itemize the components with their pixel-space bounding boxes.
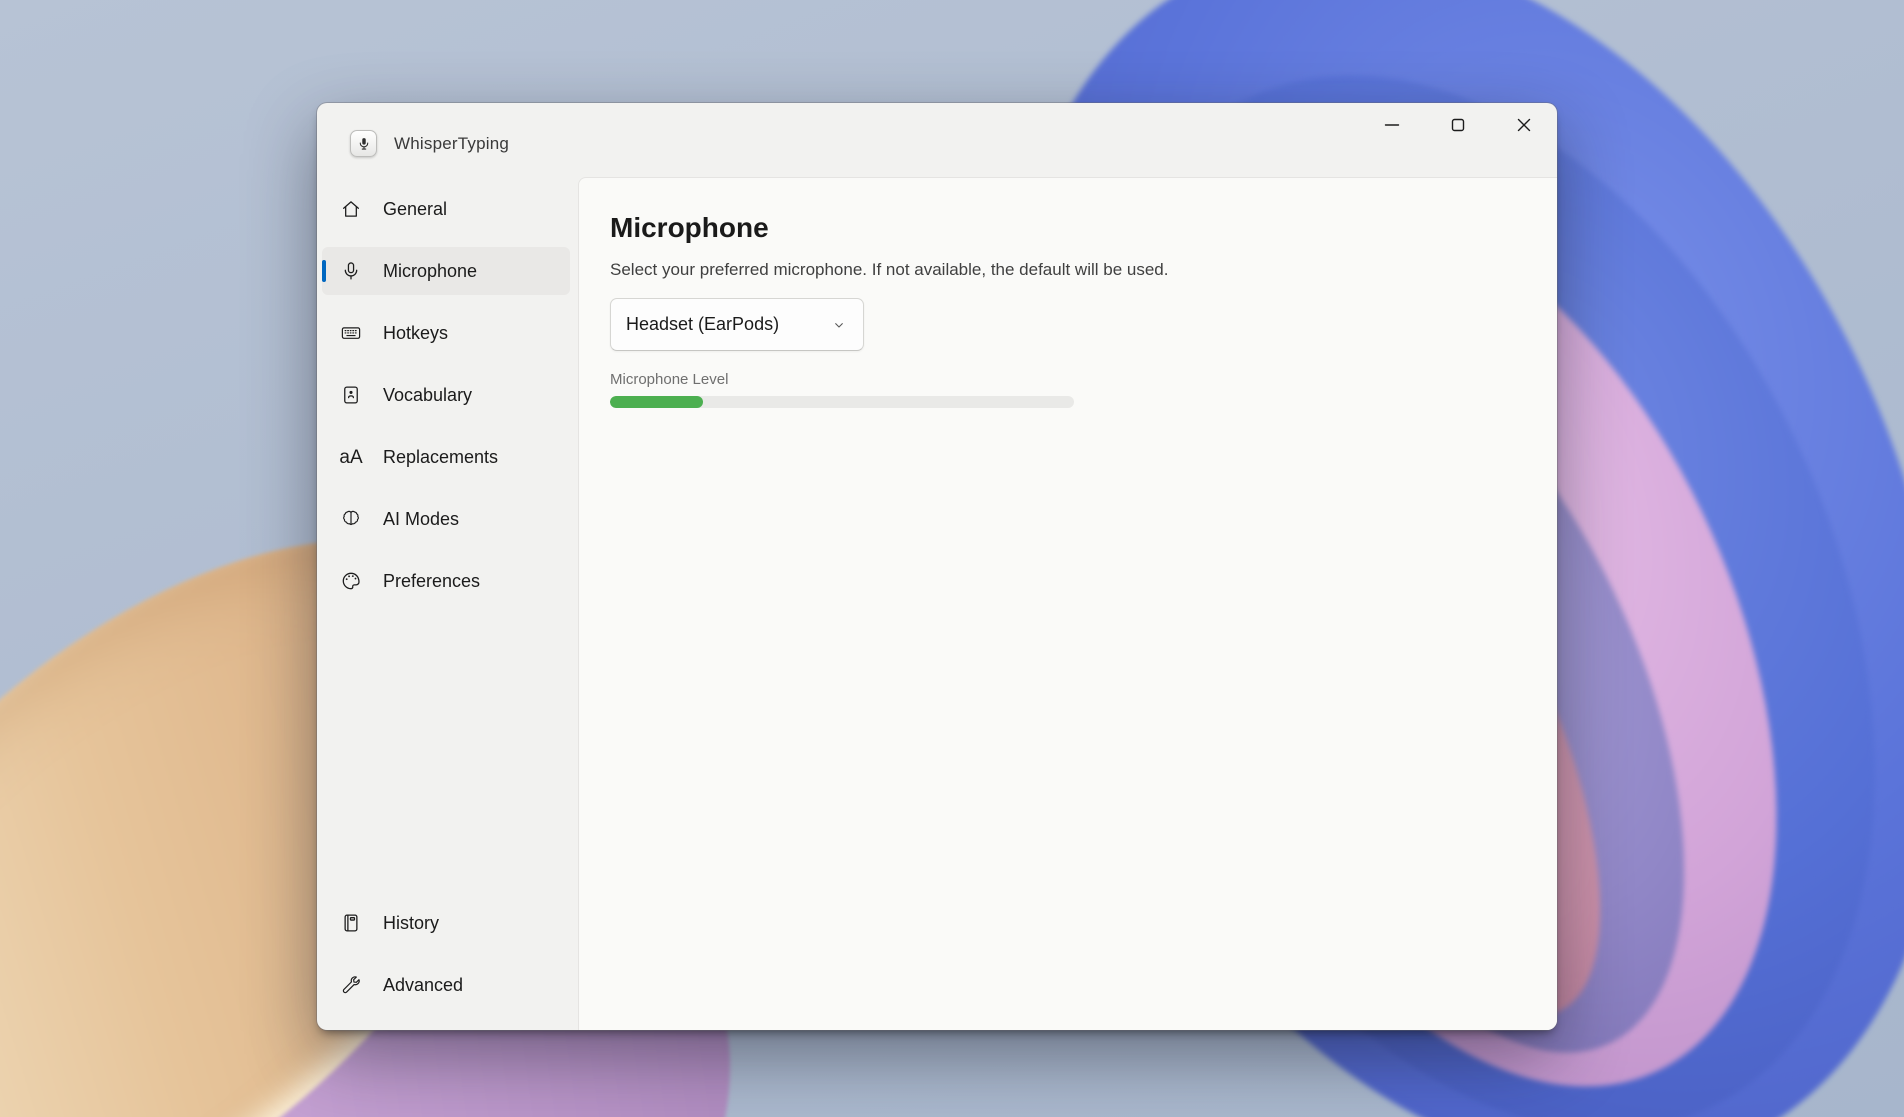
sidebar-item-hotkeys[interactable]: Hotkeys [322, 309, 570, 357]
sidebar-item-label: AI Modes [383, 508, 460, 529]
maximize-icon [1451, 118, 1465, 132]
home-icon [339, 197, 363, 221]
sidebar-item-label: Replacements [383, 446, 499, 467]
sidebar-item-advanced[interactable]: Advanced [322, 961, 570, 1009]
app-window: WhisperTyping General Microphone Hotkeys… [317, 103, 1557, 1030]
titlebar[interactable]: WhisperTyping [317, 103, 1557, 177]
microphone-level-bar [610, 396, 1074, 408]
caption-buttons [1359, 103, 1557, 147]
brain-icon [339, 507, 363, 531]
microphone-level-fill [610, 396, 703, 408]
journal-icon [339, 911, 363, 935]
minimize-button[interactable] [1359, 103, 1425, 147]
sidebar-item-label: Microphone [383, 260, 478, 281]
chevron-down-icon [835, 322, 843, 328]
page-description: Select your preferred microphone. If not… [610, 260, 1169, 279]
text-case-icon: aA [339, 446, 363, 468]
minimize-icon [1384, 124, 1400, 126]
keyboard-icon [339, 321, 363, 345]
maximize-button[interactable] [1425, 103, 1491, 147]
sidebar-item-label: Preferences [383, 570, 481, 591]
sidebar-item-preferences[interactable]: Preferences [322, 557, 570, 605]
microphone-level-label: Microphone Level [610, 371, 729, 388]
microphone-device-dropdown[interactable]: Headset (EarPods) [610, 298, 864, 351]
sidebar-item-label: Vocabulary [383, 384, 473, 405]
sidebar-item-replacements[interactable]: aA Replacements [322, 433, 570, 481]
wrench-icon [339, 973, 363, 997]
dropdown-selected-value: Headset (EarPods) [626, 314, 780, 334]
sidebar-item-label: General [383, 198, 448, 219]
sidebar-item-microphone[interactable]: Microphone [322, 247, 570, 295]
sidebar-item-label: Advanced [383, 974, 464, 995]
sidebar-item-vocabulary[interactable]: Vocabulary [322, 371, 570, 419]
close-icon [1517, 118, 1531, 132]
selected-accent-bar [322, 260, 326, 282]
page-title: Microphone [610, 212, 769, 243]
sidebar-item-label: Hotkeys [383, 322, 449, 343]
sidebar-item-general[interactable]: General [322, 185, 570, 233]
sidebar-nav: General Microphone Hotkeys Vocabulary aA… [317, 177, 578, 1030]
sidebar-item-label: History [383, 912, 440, 933]
microphone-icon [339, 259, 363, 283]
app-title: WhisperTyping [394, 133, 510, 153]
close-button[interactable] [1491, 103, 1557, 147]
sidebar-item-ai-modes[interactable]: AI Modes [322, 495, 570, 543]
sidebar-item-history[interactable]: History [322, 899, 570, 947]
content-panel: Microphone Select your preferred microph… [578, 177, 1557, 1030]
palette-icon [339, 569, 363, 593]
vocabulary-book-icon [339, 383, 363, 407]
app-mic-icon [350, 130, 377, 157]
